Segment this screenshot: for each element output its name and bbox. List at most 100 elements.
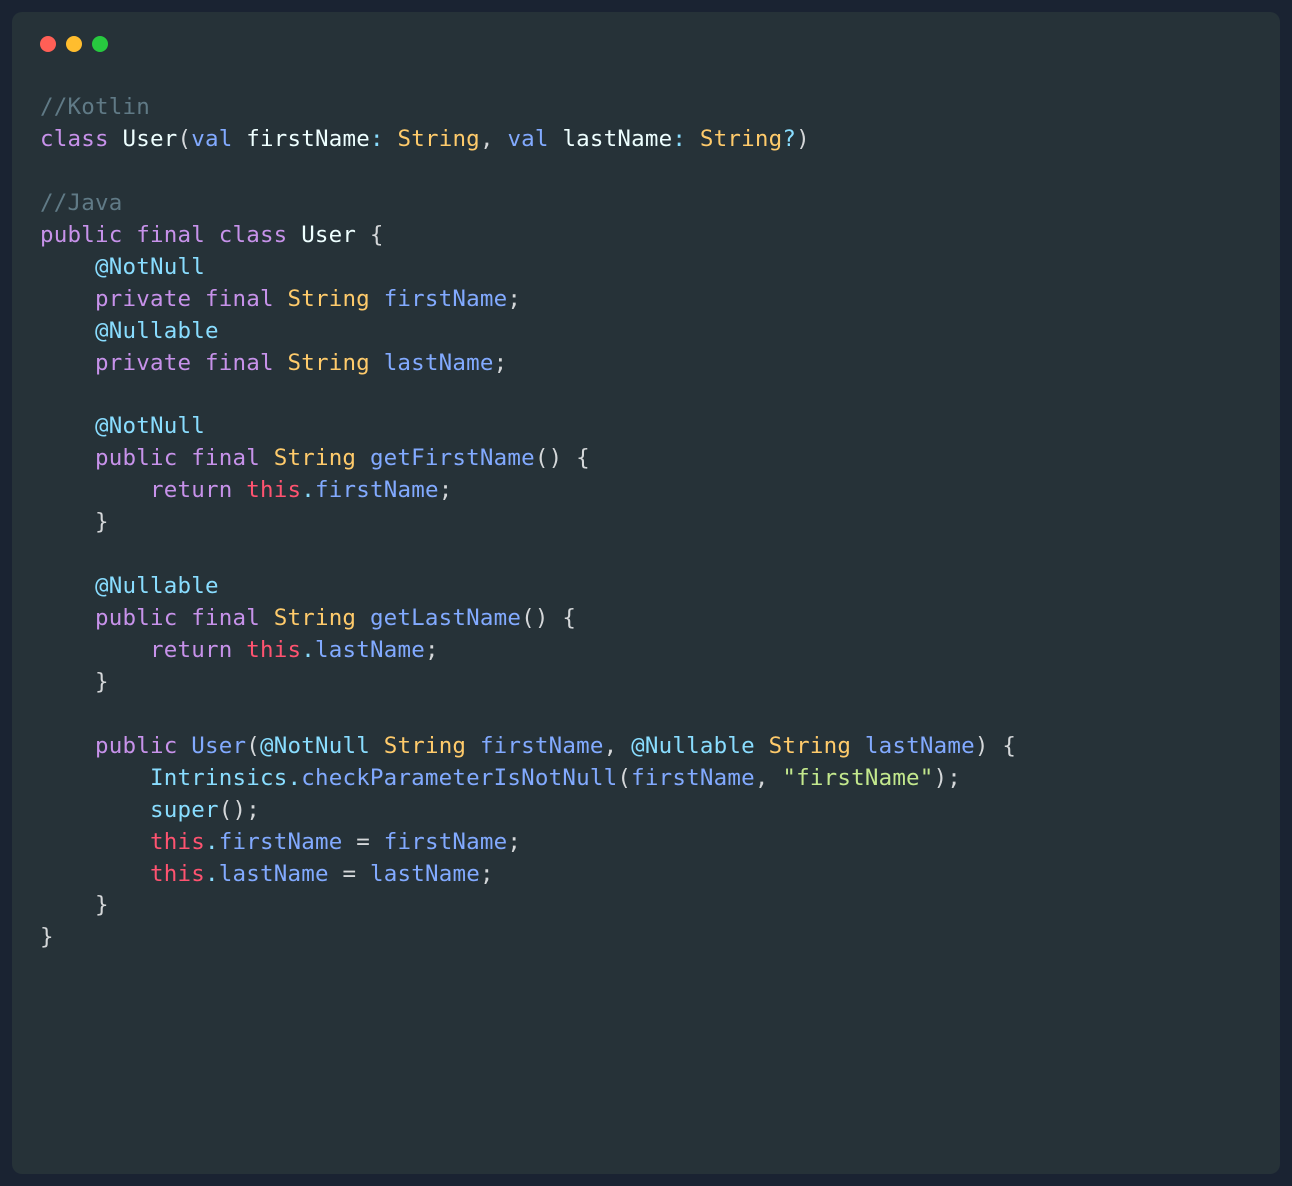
code-token — [40, 605, 95, 631]
code-token: @Nullable — [631, 733, 768, 759]
code-line: public final class User { — [40, 220, 1252, 252]
code-line: public final String getLastName() { — [40, 603, 1252, 635]
code-token: this — [246, 477, 301, 503]
code-token — [40, 286, 95, 312]
code-line: public final String getFirstName() { — [40, 443, 1252, 475]
code-line — [40, 156, 1252, 188]
code-token: = — [342, 829, 383, 855]
code-line — [40, 699, 1252, 731]
code-line — [40, 539, 1252, 571]
code-token: lastName — [219, 861, 329, 887]
code-token: ; — [480, 861, 494, 887]
code-token: String — [274, 445, 370, 471]
code-token — [40, 573, 95, 599]
code-token: this — [150, 829, 205, 855]
code-token — [40, 413, 95, 439]
code-line — [40, 379, 1252, 411]
code-token: return — [150, 637, 246, 663]
code-token: String — [287, 350, 383, 376]
code-line: this.firstName = firstName; — [40, 827, 1252, 859]
code-token: public final — [95, 605, 274, 631]
minimize-icon[interactable] — [66, 36, 82, 52]
code-token: firstName — [384, 286, 508, 312]
code-token — [40, 797, 150, 823]
code-token: , — [755, 765, 783, 791]
code-line: @NotNull — [40, 411, 1252, 443]
code-token — [40, 829, 150, 855]
code-token: } — [95, 509, 109, 535]
code-token: User — [191, 733, 246, 759]
code-token: lastName — [370, 861, 480, 887]
window-titlebar — [40, 36, 1252, 52]
code-token: Intrinsics — [150, 765, 287, 791]
code-line: } — [40, 922, 1252, 954]
code-token: ; — [507, 829, 521, 855]
code-token: @NotNull — [95, 254, 205, 280]
code-token: lastName — [562, 126, 672, 152]
code-token: () { — [521, 605, 576, 631]
code-token: ; — [439, 477, 453, 503]
close-icon[interactable] — [40, 36, 56, 52]
code-token: public — [95, 733, 191, 759]
code-token: "firstName" — [782, 765, 933, 791]
code-token — [40, 318, 95, 344]
code-token: String — [769, 733, 865, 759]
code-token: private final — [95, 286, 287, 312]
code-token — [40, 254, 95, 280]
code-token — [40, 765, 150, 791]
code-token: ; — [507, 286, 521, 312]
code-token: getFirstName — [370, 445, 535, 471]
code-token: firstName — [219, 829, 343, 855]
code-line: return this.lastName; — [40, 635, 1252, 667]
code-line: return this.firstName; — [40, 475, 1252, 507]
code-token: . — [205, 829, 219, 855]
code-token: ) — [796, 126, 810, 152]
code-token: firstName — [480, 733, 604, 759]
code-line: } — [40, 890, 1252, 922]
code-token: ; — [425, 637, 439, 663]
code-token: private final — [95, 350, 287, 376]
code-token: //Java — [40, 190, 122, 216]
code-token — [40, 892, 95, 918]
code-token: this — [246, 637, 301, 663]
code-line: private final String lastName; — [40, 348, 1252, 380]
code-line: @Nullable — [40, 316, 1252, 348]
code-token: ( — [246, 733, 260, 759]
code-token: : — [370, 126, 398, 152]
code-token: this — [150, 861, 205, 887]
code-token: firstName — [315, 477, 439, 503]
code-token: String — [384, 733, 480, 759]
code-token: . — [287, 765, 301, 791]
code-token: User — [301, 222, 370, 248]
code-token — [40, 477, 150, 503]
code-token: String — [287, 286, 383, 312]
code-token: ; — [494, 350, 508, 376]
maximize-icon[interactable] — [92, 36, 108, 52]
code-token: val — [507, 126, 562, 152]
code-token — [40, 637, 150, 663]
code-token: public final — [95, 445, 274, 471]
code-content: //Kotlinclass User(val firstName: String… — [40, 92, 1252, 954]
code-token: lastName — [384, 350, 494, 376]
code-token: ( — [617, 765, 631, 791]
code-line: public User(@NotNull String firstName, @… — [40, 731, 1252, 763]
code-token: . — [301, 477, 315, 503]
code-line: //Java — [40, 188, 1252, 220]
code-token: () { — [535, 445, 590, 471]
code-token: ( — [177, 126, 191, 152]
code-token: } — [95, 892, 109, 918]
code-token: @Nullable — [95, 318, 219, 344]
code-token: return — [150, 477, 246, 503]
code-token: : — [672, 126, 700, 152]
code-token: } — [40, 924, 54, 950]
code-token: getLastName — [370, 605, 521, 631]
code-token: //Kotlin — [40, 94, 150, 120]
code-token: @Nullable — [95, 573, 219, 599]
code-line: super(); — [40, 795, 1252, 827]
code-line: private final String firstName; — [40, 284, 1252, 316]
code-token: , — [480, 126, 508, 152]
code-token: } — [95, 669, 109, 695]
code-token: , — [604, 733, 632, 759]
code-token: public final class — [40, 222, 301, 248]
code-token: firstName — [631, 765, 755, 791]
